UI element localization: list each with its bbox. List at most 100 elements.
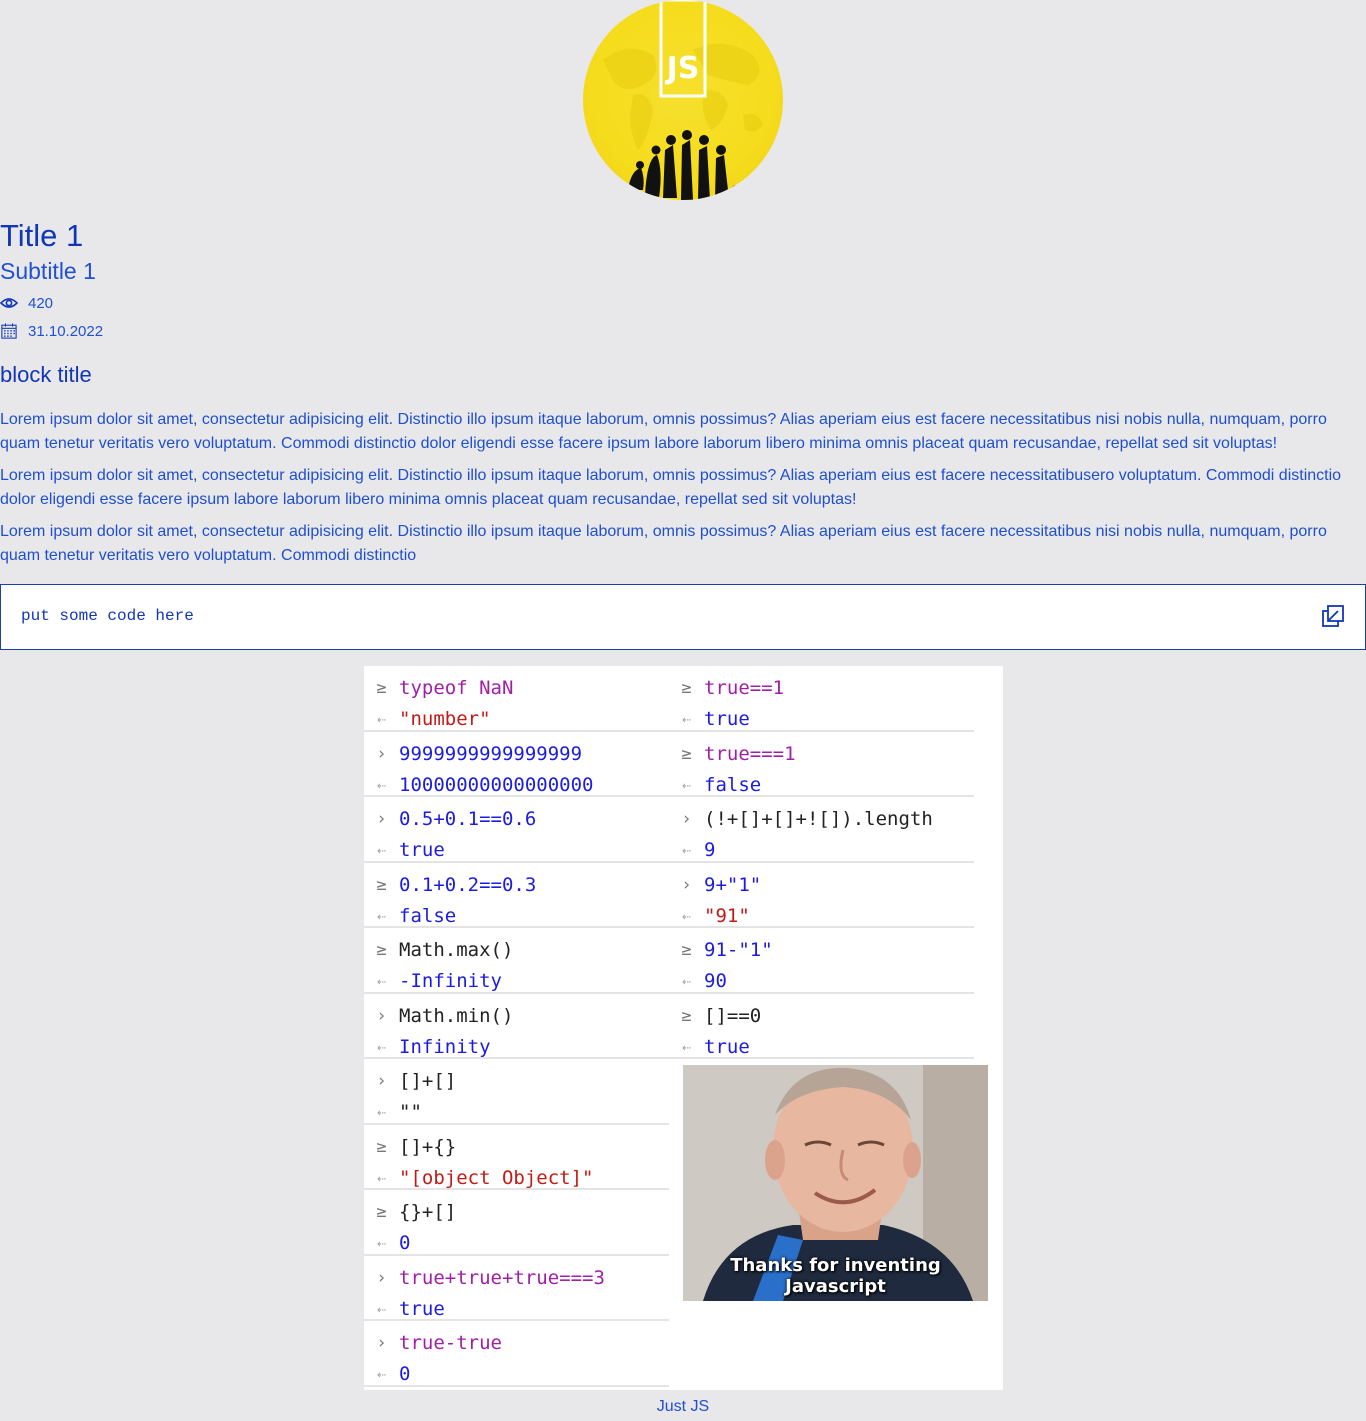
console-input: typeof NaN [399,677,514,699]
logo-text: JS [665,51,700,86]
eye-icon [0,298,18,308]
console-entry: › 9999999999999999 ⇠ 10000000000000000 [364,732,669,797]
console-entry: › []+[] ⇠ "" [364,1059,669,1125]
output-prompt-icon: ⇠ [681,972,692,990]
console-screenshot: ≥ typeof NaN ⇠ "number" › 9999999999999999 … [364,666,1003,1390]
input-prompt-icon: › [681,809,692,829]
output-prompt-icon: ⇠ [376,1365,387,1383]
console-input: []+{} [399,1135,457,1158]
output-prompt-icon: ⇠ [376,1103,387,1121]
input-prompt-icon: › [376,1267,387,1288]
console-entry: ≥ Math.max() ⇠ -Infinity [364,928,669,994]
footer-link[interactable]: Just JS [0,1398,1366,1416]
console-input: []==0 [704,1004,762,1027]
console-entry: ≥0.1+0.2==0.3 ⇠ false [364,863,669,928]
console-output: -Infinity [399,970,502,992]
console-output: false [704,773,762,796]
console-output: 0 [399,1232,411,1254]
output-prompt-icon: ⇠ [681,710,692,728]
page-subtitle: Subtitle 1 [0,258,96,284]
console-entry: ≥91-"1" ⇠ 90 [669,928,974,994]
console-output: false [399,904,457,927]
output-prompt-icon: ⇠ [376,775,387,794]
block-title: block title [0,362,92,387]
console-input: Math.min() [399,1004,514,1027]
input-prompt-icon: ≥ [681,940,692,960]
console-output: 90 [704,970,727,992]
console-entry: ≥ []==0 ⇠ true [669,994,974,1059]
console-input: 0.1+0.2==0.3 [399,873,537,896]
console-entry: ≥ true==1 ⇠ true [669,666,974,732]
console-output: "number" [399,708,491,730]
output-prompt-icon: ⇠ [376,710,387,728]
input-prompt-icon: ≥ [376,678,387,698]
input-prompt-icon: ≥ [376,1136,387,1157]
output-prompt-icon: ⇠ [681,1037,692,1056]
input-prompt-icon: ≥ [681,1005,692,1026]
console-entry: ≥ true===1 ⇠ false [669,732,974,797]
output-prompt-icon: ⇠ [376,972,387,990]
console-output: true [399,1297,445,1320]
console-entry: ≥ []+{} ⇠ "[object Object]" [364,1125,669,1190]
console-entry: › true-true ⇠ 0 [364,1321,669,1387]
output-prompt-icon: ⇠ [376,1037,387,1056]
views-count: 420 [28,294,54,312]
paragraph: Lorem ipsum dolor sit amet, consectetur … [0,411,1327,452]
input-prompt-icon: › [376,1005,387,1026]
console-input: 0.5+0.1==0.6 [399,808,537,830]
console-input: {}+[] [399,1201,457,1223]
input-prompt-icon: ≥ [681,678,692,698]
output-prompt-icon: ⇠ [376,1299,387,1318]
console-output: "" [399,1101,422,1123]
calendar-icon [1,323,17,339]
console-input: (!+[]+[]+![]).length [704,808,933,830]
console-input: 9+"1" [704,873,762,896]
output-prompt-icon: ⇠ [376,906,387,925]
meme-caption: Thanks for inventing Javascript [730,1255,941,1297]
console-input: Math.max() [399,939,514,961]
console-input: true==1 [704,677,785,699]
console-output: true [704,1035,750,1058]
console-output: true [399,839,445,861]
output-prompt-icon: ⇠ [681,906,692,925]
console-input: 91-"1" [704,939,773,961]
input-prompt-icon: › [681,874,692,895]
console-column-left: ≥ typeof NaN ⇠ "number" › 9999999999999999 … [364,666,669,1387]
console-output: 10000000000000000 [399,773,594,796]
input-prompt-icon: › [376,1333,387,1353]
site-logo[interactable]: JS [583,0,783,200]
output-prompt-icon: ⇠ [376,841,387,859]
console-column-right: ≥ true==1 ⇠ true ≥ true===1 ⇠ false › (!+[]+[… [669,666,974,1059]
console-output: Infinity [399,1035,491,1058]
console-input: true+true+true===3 [399,1266,605,1289]
console-entry: › true+true+true===3 ⇠ true [364,1256,669,1321]
logo-artwork: JS [603,0,763,200]
console-output: 0 [399,1363,411,1385]
console-output: "91" [704,904,750,927]
input-prompt-icon: › [376,809,387,829]
console-entry: ≥ {}+[] ⇠ 0 [364,1190,669,1256]
input-prompt-icon: ≥ [376,874,387,895]
publish-date: 31.10.2022 [0,322,103,340]
date-text: 31.10.2022 [28,322,104,340]
console-input: []+[] [399,1070,457,1092]
meme-image: Thanks for inventing Javascript [683,1065,988,1301]
console-input: true===1 [704,742,796,765]
console-output: true [704,708,750,730]
console-entry: ≥ typeof NaN ⇠ "number" [364,666,669,732]
output-prompt-icon: ⇠ [376,1234,387,1252]
code-block: put some code here [0,584,1366,650]
input-prompt-icon: ≥ [376,940,387,960]
output-prompt-icon: ⇠ [376,1168,387,1187]
output-prompt-icon: ⇠ [681,775,692,794]
output-prompt-icon: ⇠ [681,841,692,859]
console-input: true-true [399,1332,502,1354]
console-entry: › 9+"1" ⇠ "91" [669,863,974,928]
console-output: "[object Object]" [399,1166,594,1189]
code-text[interactable]: put some code here [21,607,194,625]
paragraph: Lorem ipsum dolor sit amet, consectetur … [0,523,1327,564]
input-prompt-icon: ≥ [681,743,692,764]
copy-icon[interactable] [1321,604,1345,628]
page-title: Title 1 [0,218,84,253]
input-prompt-icon: › [376,1071,387,1091]
